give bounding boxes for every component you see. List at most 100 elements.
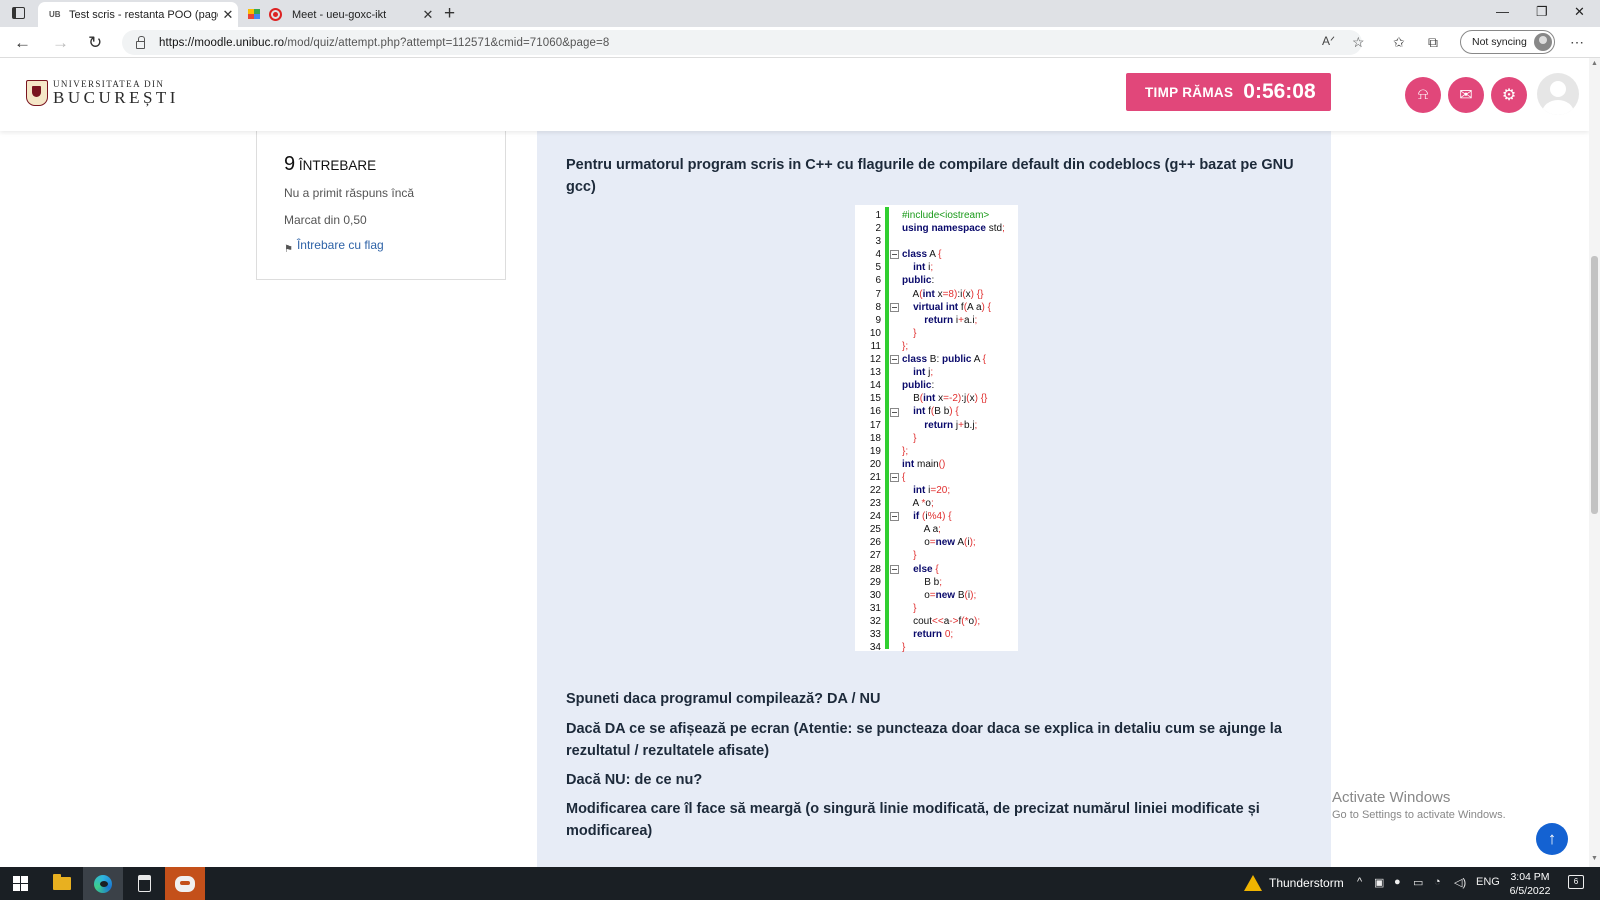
code-line: o=new B(i); [902,589,977,601]
minimize-button[interactable]: — [1496,4,1509,19]
gear-icon: ⚙ [1501,87,1517,104]
question-info-box: 9 ÎNTREBARE Nu a primit răspuns încă Mar… [256,130,506,280]
code-image: 1 2 3 4 5 6 7 8 9 10 11 12 13 14 15 16 17 18 19 20 21 22 23 24 2… [855,205,1018,654]
recording-icon [269,8,282,21]
code-line-number: 7 [875,288,881,300]
meet-tray-icon[interactable]: ▣ [1374,876,1384,889]
question-number: 9 ÎNTREBARE [284,153,377,175]
chat-icon: ✉ [1459,87,1473,104]
code-line: } [902,642,906,654]
calculator-button[interactable] [124,867,164,900]
restore-button[interactable]: ❐ [1536,4,1548,20]
page-scrollbar[interactable]: ▲ ▼ [1589,58,1600,867]
page-content: UNIVERSITATEA DIN BUCUREȘTI TIMP RĂMAS 0… [0,58,1589,867]
fold-marker-icon[interactable] [890,250,899,260]
code-line: o=new A(i); [902,537,976,549]
code-line: int i=20; [913,484,951,496]
scrollbar-thumb[interactable] [1591,256,1598,514]
read-aloud-icon[interactable]: Aᐟ [1322,34,1335,48]
add-favorite-icon[interactable]: ☆ [1352,34,1365,51]
warning-icon [1244,875,1262,891]
tab-close-icon[interactable]: ✕ [418,7,438,23]
fold-marker-icon[interactable] [890,355,899,365]
fold-marker-icon[interactable] [890,473,899,482]
tab-meet[interactable]: Meet - ueu-goxc-ikt ✕ [242,2,438,27]
code-line: virtual int f(A a) { [913,301,991,313]
fold-marker-icon[interactable] [890,564,899,574]
code-line: class A { [902,249,942,261]
code-line-number: 31 [869,602,881,614]
favorites-icon[interactable]: ✩ [1393,34,1405,51]
code-line-number: 8 [875,301,881,313]
code-line: #include<iostream> [902,210,990,221]
microphone-icon[interactable]: ● [1394,876,1401,888]
url-field[interactable]: https://moodle.unibuc.ro/mod/quiz/attemp… [122,30,1362,55]
code-line: return i+a.i; [924,314,978,326]
fold-marker-icon[interactable] [890,302,899,312]
code-line-number: 2 [875,223,881,235]
collections-icon[interactable]: ⧉ [1428,34,1438,51]
code-line-number: 18 [869,432,881,444]
code-line-number: 11 [870,340,881,352]
address-bar-row: ← → ↻ https://moodle.unibuc.ro/mod/quiz/… [0,27,1600,58]
code-line-number: 27 [869,550,881,562]
code-line: int main() [902,458,946,470]
settings-button[interactable]: ⚙ [1491,77,1527,113]
code-line: public: [902,275,935,287]
user-avatar[interactable] [1537,73,1579,115]
code-line-number: 3 [875,236,881,248]
code-line-number: 33 [869,629,881,640]
discord-button[interactable] [165,867,205,900]
tab-actions-icon[interactable] [12,7,25,19]
code-line-numbers: 1 2 3 4 5 6 7 8 9 10 11 12 13 14 15 16 17 18 19 20 21 22 23 24 2… [855,209,881,654]
fold-marker-icon[interactable] [890,407,899,417]
meet-icon [248,9,261,20]
start-button[interactable] [0,867,40,900]
profile-sync-button[interactable]: Not syncing [1460,30,1555,54]
scroll-down-icon[interactable]: ▼ [1591,855,1598,862]
question-mark: Marcat din 0,50 [284,213,367,227]
language-indicator[interactable]: ENG [1476,876,1500,888]
moodle-navbar: UNIVERSITATEA DIN BUCUREȘTI TIMP RĂMAS 0… [0,58,1589,131]
notification-center-icon[interactable]: 6 [1568,875,1584,889]
wifi-icon[interactable]: ◔ [1434,876,1441,888]
question-text-area: Pentru urmatorul program scris in C++ cu… [537,130,1331,867]
notifications-button[interactable]: ⍾ [1405,77,1441,113]
code-line-number: 28 [869,563,881,575]
back-to-top-button[interactable]: ↑ [1536,823,1568,855]
logo-text-bottom: BUCUREȘTI [53,88,179,107]
lock-icon[interactable] [136,35,145,49]
code-line-number: 19 [869,445,881,457]
refresh-icon[interactable]: ↻ [88,33,102,53]
forward-arrow-icon[interactable]: → [52,33,69,53]
more-menu-icon[interactable]: ⋯ [1570,34,1584,51]
university-logo[interactable]: UNIVERSITATEA DIN BUCUREȘTI [26,80,179,106]
tab-quiz[interactable]: UB Test scris - restanta POO (page 9 ✕ [38,2,238,27]
code-line-number: 1 [875,210,881,221]
edge-taskbar-button[interactable] [83,867,123,900]
messages-button[interactable]: ✉ [1448,77,1484,113]
code-line: cout<<a->f(*o); [902,615,981,627]
code-line-number: 9 [875,314,881,326]
back-arrow-icon[interactable]: ← [14,33,31,53]
tab-close-icon[interactable]: ✕ [218,7,238,23]
scroll-up-icon[interactable]: ▲ [1591,60,1598,67]
browser-tab-bar: UB Test scris - restanta POO (page 9 ✕ M… [0,0,1600,27]
code-line-number: 29 [869,576,881,588]
code-line: int i; [913,262,934,274]
window-close-button[interactable]: ✕ [1574,4,1585,20]
bell-icon: ⍾ [1417,86,1429,103]
code-line: } [913,602,917,614]
discord-icon [175,875,195,892]
flag-question-link[interactable]: ⚑ Întrebare cu flag [284,238,384,255]
new-tab-button[interactable]: + [444,3,455,25]
chevron-up-icon[interactable]: ^ [1357,876,1362,888]
volume-icon[interactable]: ◁) [1454,876,1466,889]
profile-avatar [1533,33,1552,51]
battery-icon[interactable]: ▭ [1413,876,1423,889]
fold-marker-icon[interactable] [890,512,899,522]
weather-widget[interactable]: Thunderstorm [1244,875,1344,891]
file-explorer-button[interactable] [42,867,82,900]
system-clock[interactable]: 3:04 PM 6/5/2022 [1505,870,1555,898]
arrow-up-icon: ↑ [1547,829,1557,848]
